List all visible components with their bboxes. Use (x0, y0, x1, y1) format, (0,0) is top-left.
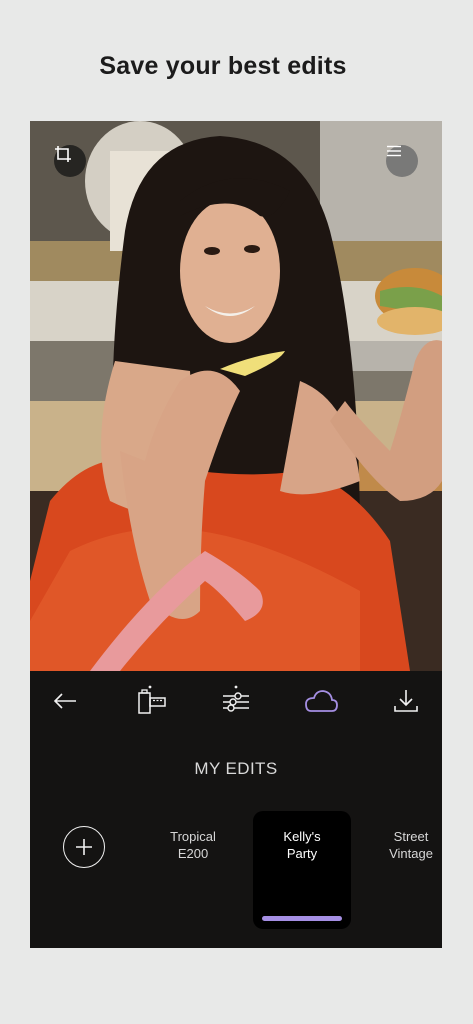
app-screen: MY EDITS Tropical E200 Kelly's Party Str… (30, 121, 442, 948)
cloud-icon (305, 690, 338, 712)
film-button[interactable] (131, 683, 171, 719)
preset-street-vintage[interactable]: Street Vintage (375, 828, 442, 862)
preset-name-line1: Tropical (170, 829, 216, 844)
photo-illustration (30, 121, 442, 671)
adjust-button[interactable] (216, 683, 256, 719)
sliders-icon (223, 685, 249, 712)
selected-indicator (262, 916, 342, 921)
plus-icon (76, 839, 92, 855)
cloud-button[interactable] (301, 683, 341, 719)
preset-name-line1: Street (393, 829, 429, 844)
preset-name-line2: Party (286, 846, 318, 861)
headline: Save your best edits (99, 52, 347, 80)
hamburger-menu-icon (387, 145, 401, 157)
edited-photo (30, 121, 442, 671)
menu-button[interactable] (386, 145, 418, 177)
editor-toolbar (30, 671, 442, 733)
download-icon (394, 690, 418, 712)
section-title: MY EDITS (194, 759, 278, 778)
preset-name-line2: Vintage (389, 846, 433, 861)
preset-name-line1: Kelly's (283, 829, 321, 844)
back-arrow-icon (53, 693, 76, 709)
preset-name-line2: E200 (177, 846, 209, 861)
preset-kellys-party[interactable]: Kelly's Party (253, 811, 351, 929)
download-button[interactable] (386, 683, 426, 719)
preset-tropical[interactable]: Tropical E200 (158, 828, 228, 862)
crop-button[interactable] (54, 145, 86, 177)
crop-icon (55, 146, 71, 162)
film-icon (138, 685, 166, 714)
add-edit-button[interactable] (63, 826, 105, 868)
back-button[interactable] (45, 683, 85, 719)
